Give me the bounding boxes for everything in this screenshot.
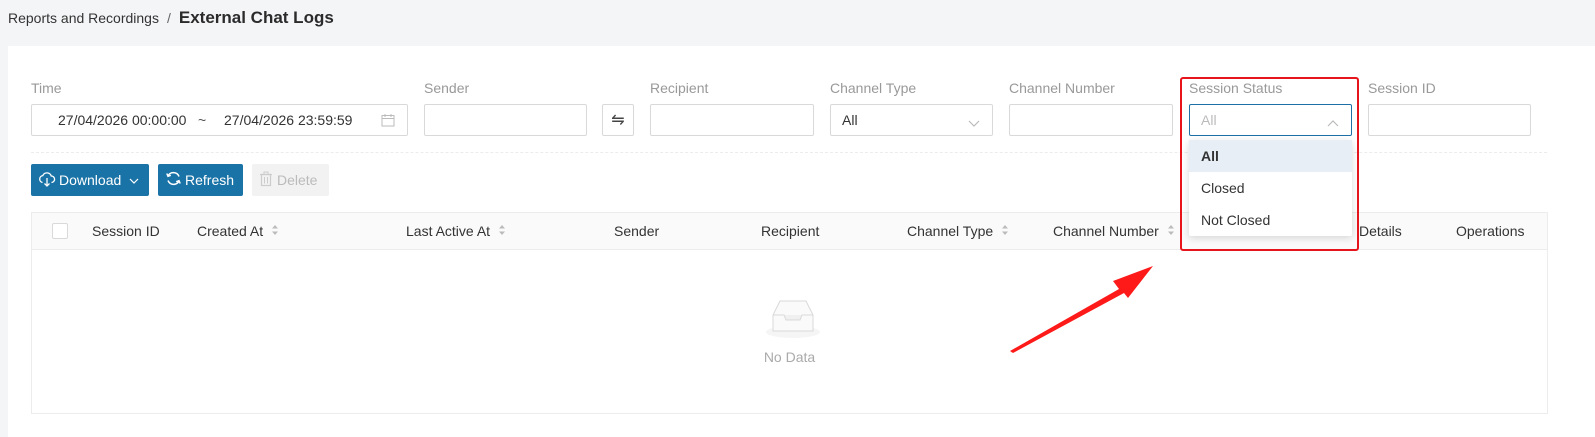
channel-type-value: All xyxy=(842,112,858,128)
dropdown-option-closed[interactable]: Closed xyxy=(1189,172,1352,204)
chevron-down-icon xyxy=(129,172,139,188)
column-label: Sender xyxy=(614,223,660,239)
sort-icon[interactable] xyxy=(1001,223,1009,239)
chat-logs-table: Session ID Created At Last Active At Sen… xyxy=(31,212,1548,414)
column-channel-number[interactable]: Channel Number xyxy=(1053,223,1175,239)
channel-number-label: Channel Number xyxy=(1009,80,1115,96)
column-channel-type[interactable]: Channel Type xyxy=(907,223,1009,239)
session-id-label: Session ID xyxy=(1368,80,1436,96)
dropdown-option-all[interactable]: All xyxy=(1189,140,1352,172)
column-details: Details xyxy=(1359,223,1402,239)
download-button[interactable]: Download xyxy=(31,164,149,196)
time-start[interactable]: 27/04/2026 00:00:00 xyxy=(58,112,188,128)
sender-label: Sender xyxy=(424,80,470,96)
empty-state-text: No Data xyxy=(763,349,816,365)
channel-type-select[interactable]: All xyxy=(830,104,993,136)
cloud-download-icon xyxy=(38,171,56,190)
page-title: External Chat Logs xyxy=(178,8,334,27)
swap-icon: ⇋ xyxy=(611,112,625,129)
column-created-at[interactable]: Created At xyxy=(197,223,279,239)
breadcrumb-separator: / xyxy=(166,10,171,26)
column-label: Operations xyxy=(1456,223,1525,239)
time-range-picker[interactable]: 27/04/2026 00:00:00 ~ 27/04/2026 23:59:5… xyxy=(31,104,408,136)
empty-inbox-icon xyxy=(765,297,821,342)
channel-number-input[interactable] xyxy=(1009,104,1173,136)
time-label: Time xyxy=(31,80,62,96)
session-id-input[interactable] xyxy=(1368,104,1531,136)
channel-type-label: Channel Type xyxy=(830,80,917,96)
recipient-input[interactable] xyxy=(650,104,814,136)
column-label: Channel Type xyxy=(907,223,994,239)
breadcrumb: Reports and Recordings / External Chat L… xyxy=(8,8,334,30)
session-status-label: Session Status xyxy=(1189,80,1283,96)
column-label: Channel Number xyxy=(1053,223,1159,239)
column-operations: Operations xyxy=(1456,223,1524,239)
session-status-select[interactable]: All xyxy=(1189,104,1352,136)
column-session-id[interactable]: Session ID xyxy=(92,223,160,239)
calendar-icon xyxy=(381,113,395,130)
select-all-checkbox[interactable] xyxy=(52,223,68,239)
recipient-label: Recipient xyxy=(650,80,709,96)
swap-sender-recipient-button[interactable]: ⇋ xyxy=(602,104,634,136)
delete-label: Delete xyxy=(277,172,318,188)
time-end[interactable]: 27/04/2026 23:59:59 xyxy=(224,112,354,128)
trash-icon xyxy=(259,171,273,190)
column-label: Details xyxy=(1359,223,1402,239)
chevron-down-icon xyxy=(968,115,980,131)
column-sender: Sender xyxy=(614,223,659,239)
column-label: Recipient xyxy=(761,223,820,239)
refresh-label: Refresh xyxy=(185,172,235,188)
delete-button[interactable]: Delete xyxy=(252,164,329,196)
dropdown-option-not-closed[interactable]: Not Closed xyxy=(1189,204,1352,236)
column-label: Session ID xyxy=(92,223,160,239)
column-last-active-at[interactable]: Last Active At xyxy=(406,223,506,239)
breadcrumb-parent-link[interactable]: Reports and Recordings xyxy=(8,10,159,26)
chevron-up-icon xyxy=(1327,115,1339,131)
sort-icon[interactable] xyxy=(498,223,506,239)
refresh-icon xyxy=(165,170,182,190)
sort-icon[interactable] xyxy=(271,223,279,239)
session-status-dropdown: All Closed Not Closed xyxy=(1189,140,1352,236)
refresh-button[interactable]: Refresh xyxy=(158,164,243,196)
download-label: Download xyxy=(59,172,122,188)
column-label: Created At xyxy=(197,223,264,239)
time-range-separator: ~ xyxy=(198,112,207,128)
column-recipient: Recipient xyxy=(761,223,819,239)
sender-input[interactable] xyxy=(424,104,587,136)
sort-icon[interactable] xyxy=(1167,223,1175,239)
session-status-placeholder: All xyxy=(1201,112,1217,128)
column-label: Last Active At xyxy=(406,223,491,239)
